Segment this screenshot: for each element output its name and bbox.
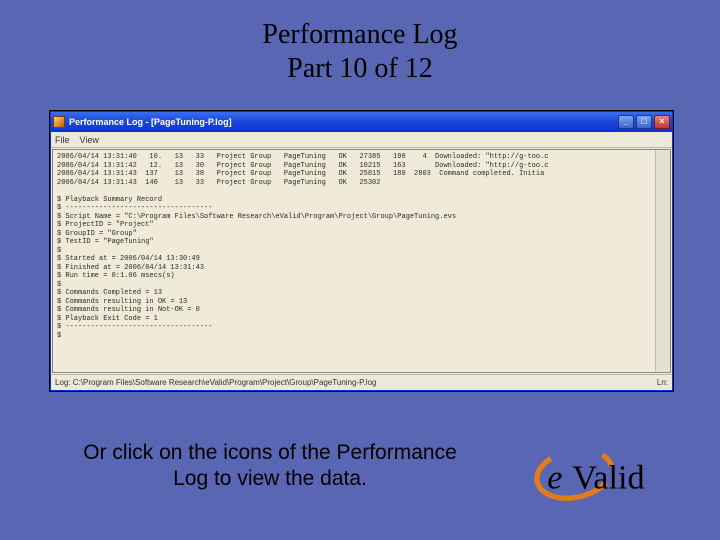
summary-line: $ ProjectID = "Project" [57, 221, 666, 230]
summary-sep: $ ----------------------------------- [57, 323, 666, 332]
summary-line: $ Commands resulting in Not-OK = 0 [57, 306, 666, 315]
performance-log-window: Performance Log - [PageTuning-P.log] _ □… [50, 111, 673, 391]
window-controls: _ □ × [618, 115, 670, 129]
slide-caption: Or click on the icons of the Performance… [80, 440, 460, 493]
evalid-logo: e Valid [530, 438, 685, 510]
statusbar: Log: C:\Program Files\Software Research\… [51, 374, 672, 390]
status-right: Ln: [657, 378, 668, 387]
menu-view[interactable]: View [80, 135, 99, 145]
summary-line: $ Run time = 0:1.06 msecs(s) [57, 272, 666, 281]
table-row: 2006/04/14 13:31:43 140 13 33 Project Gr… [57, 179, 666, 188]
summary-line: $ TestID = "PageTuning" [57, 238, 666, 247]
log-content[interactable]: 2006/04/14 13:31:40 10. 13 33 Project Gr… [52, 149, 671, 373]
table-row: 2006/04/14 13:31:43 137 13 38 Project Gr… [57, 170, 666, 179]
window-title: Performance Log - [PageTuning-P.log] [69, 117, 618, 127]
svg-text:e: e [547, 459, 562, 496]
app-icon [53, 116, 65, 128]
slide-title: Performance Log Part 10 of 12 [0, 0, 720, 85]
close-button[interactable]: × [654, 115, 670, 129]
maximize-button[interactable]: □ [636, 115, 652, 129]
menu-file[interactable]: File [55, 135, 70, 145]
summary-line: $ GroupID = "Group" [57, 230, 666, 239]
summary-line: $ [57, 281, 666, 290]
title-line-1: Performance Log [0, 18, 720, 52]
minimize-button[interactable]: _ [618, 115, 634, 129]
summary-line: $ Commands Completed = 13 [57, 289, 666, 298]
summary-line: $ Finished at = 2006/04/14 13:31:43 [57, 264, 666, 273]
table-row: 2006/04/14 13:31:40 10. 13 33 Project Gr… [57, 153, 666, 162]
menubar: File View [51, 132, 672, 148]
title-line-2: Part 10 of 12 [0, 52, 720, 86]
summary-line: $ Script Name = "C:\Program Files\Softwa… [57, 213, 666, 222]
summary-line: $ [57, 247, 666, 256]
summary-header: $ Playback Summary Record [57, 196, 666, 205]
table-row: 2006/04/14 13:31:42 12. 13 30 Project Gr… [57, 162, 666, 171]
summary-line: $ Commands resulting in OK = 13 [57, 298, 666, 307]
summary-line: $ Playback Exit Code = 1 [57, 315, 666, 324]
summary-sep: $ ----------------------------------- [57, 204, 666, 213]
status-path: Log: C:\Program Files\Software Research\… [55, 378, 376, 387]
summary-line: $ Started at = 2006/04/14 13:30:49 [57, 255, 666, 264]
titlebar[interactable]: Performance Log - [PageTuning-P.log] _ □… [51, 112, 672, 132]
summary-line: $ [57, 332, 666, 341]
svg-text:Valid: Valid [572, 459, 644, 496]
